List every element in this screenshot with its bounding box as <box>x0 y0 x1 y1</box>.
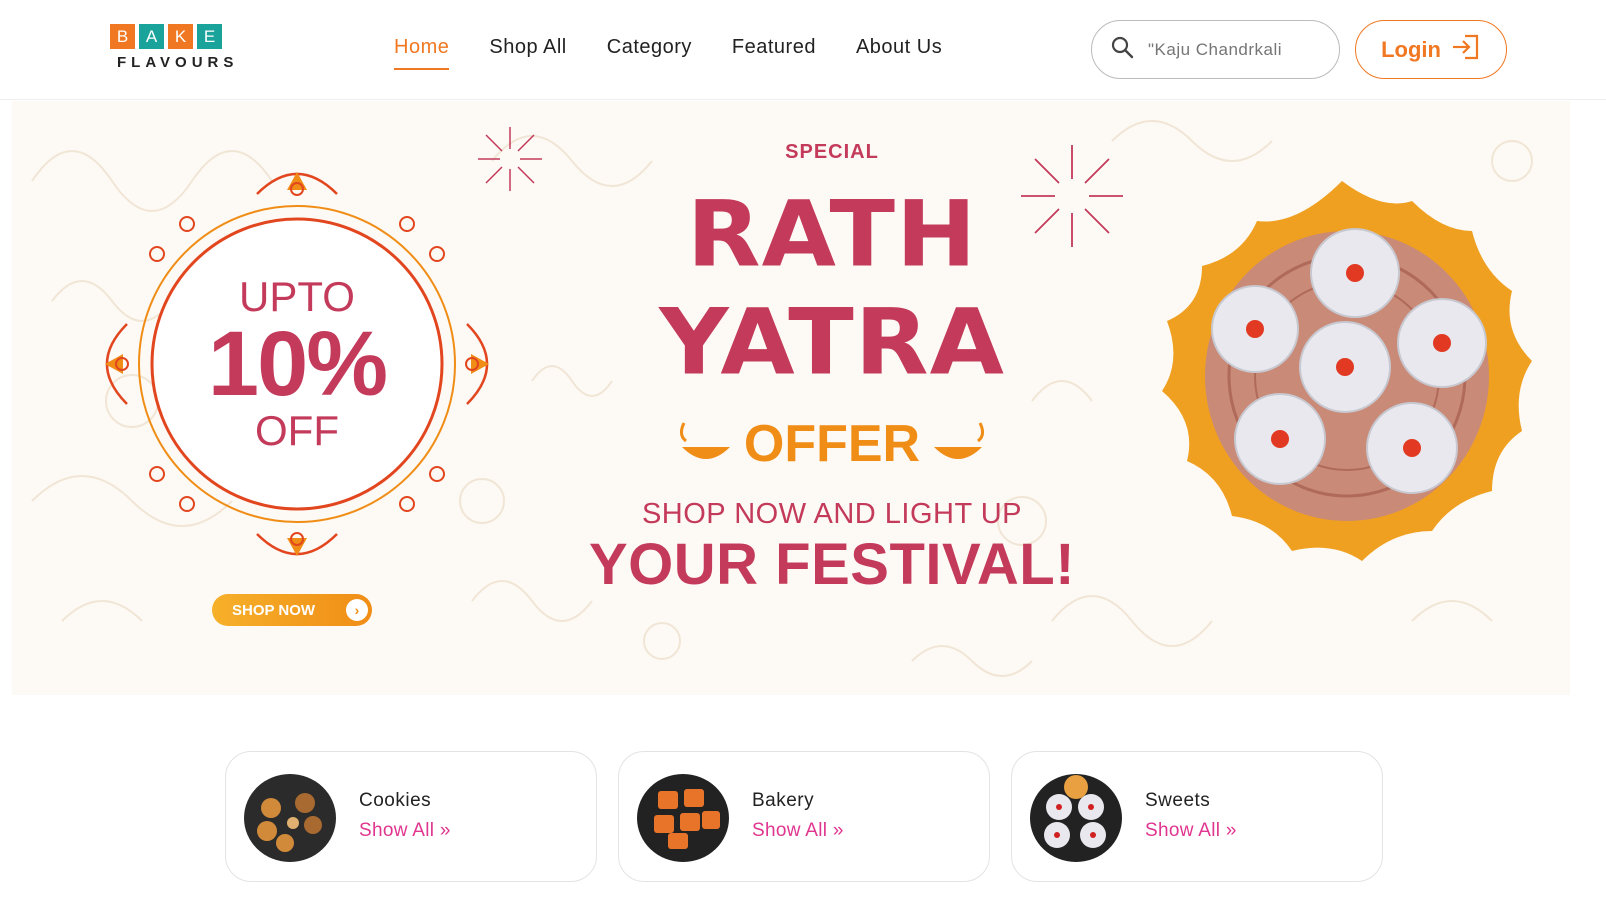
logo-letter: A <box>139 24 164 49</box>
cookies-image <box>244 774 336 862</box>
logo-subtitle: FLAVOURS <box>117 54 239 71</box>
shop-now-label: SHOP NOW <box>232 601 316 619</box>
category-card-bakery[interactable]: Bakery Show All » <box>618 751 990 882</box>
search-input[interactable] <box>1148 39 1318 60</box>
offer-label: OFFER <box>743 415 921 473</box>
search-box[interactable] <box>1091 20 1340 79</box>
offer-upto: UPTO <box>239 273 355 320</box>
category-title: Sweets <box>1145 790 1211 811</box>
show-all-link[interactable]: Show All » <box>752 820 844 842</box>
main-nav: Home Shop All Category Featured About Us <box>394 36 942 70</box>
bakery-image <box>637 774 729 862</box>
login-label: Login <box>1381 36 1441 62</box>
logo[interactable]: B A K E FLAVOURS <box>110 24 250 74</box>
login-icon <box>1451 33 1481 67</box>
category-card-cookies[interactable]: Cookies Show All » <box>225 751 597 882</box>
sweets-image <box>1030 774 1122 862</box>
logo-letter: B <box>110 24 135 49</box>
nav-home[interactable]: Home <box>394 36 450 70</box>
logo-letter: K <box>168 24 193 49</box>
nav-about-us[interactable]: About Us <box>856 36 942 59</box>
firework-icon <box>478 127 542 191</box>
special-label: SPECIAL <box>785 141 879 163</box>
logo-tiles: B A K E <box>110 24 250 49</box>
logo-letter: E <box>197 24 222 49</box>
offer-off: OFF <box>255 407 339 454</box>
category-cards: Cookies Show All » Bakery Show All » Swe… <box>225 751 1383 882</box>
nav-featured[interactable]: Featured <box>732 36 816 59</box>
nav-category[interactable]: Category <box>607 36 692 59</box>
diya-icon <box>934 422 985 459</box>
show-all-link[interactable]: Show All » <box>1145 820 1237 842</box>
title-line-1: RATH <box>686 180 978 288</box>
chevron-right-icon: › <box>346 599 368 621</box>
hero-banner[interactable]: UPTO 10% OFF SHOP NOW › SPECIAL RATH YAT… <box>12 101 1570 695</box>
diya-icon <box>679 422 730 459</box>
offer-percent: 10% <box>207 313 388 415</box>
category-title: Bakery <box>752 790 815 811</box>
sweets-plate-image <box>1162 181 1532 561</box>
discount-badge: UPTO 10% OFF <box>94 161 500 567</box>
festival-headline: SPECIAL RATH YATRA OFFER SHOP NOW AND LI… <box>572 141 1092 598</box>
show-all-link[interactable]: Show All » <box>359 820 451 842</box>
tagline-1: SHOP NOW AND LIGHT UP <box>641 498 1023 530</box>
shop-now-button[interactable]: SHOP NOW › <box>212 594 372 626</box>
category-card-sweets[interactable]: Sweets Show All » <box>1011 751 1383 882</box>
search-icon[interactable] <box>1110 35 1134 64</box>
header: B A K E FLAVOURS Home Shop All Category … <box>0 0 1606 100</box>
tagline-2: YOUR FESTIVAL! <box>588 532 1076 597</box>
login-button[interactable]: Login <box>1355 20 1507 79</box>
nav-shop-all[interactable]: Shop All <box>489 36 566 59</box>
offer-row: OFFER <box>572 414 1092 474</box>
category-title: Cookies <box>359 790 432 811</box>
title-line-2: YATRA <box>659 288 1005 396</box>
